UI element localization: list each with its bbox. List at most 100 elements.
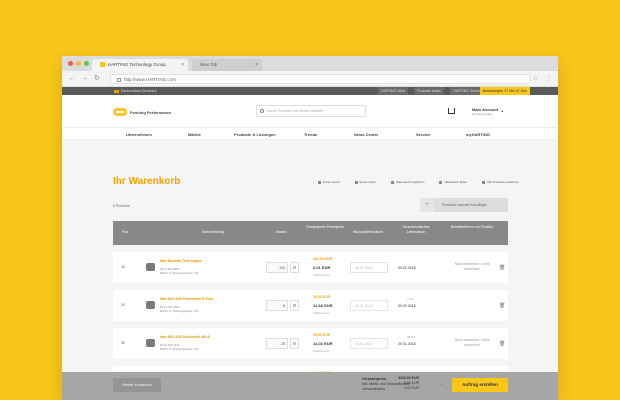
continue-shopping-button[interactable]: Weiter einkaufen xyxy=(113,378,161,392)
gear-icon[interactable]: ⚙ xyxy=(290,262,299,273)
delivery-date: 20.01.2018 xyxy=(398,342,416,346)
gear-icon[interactable]: ⚙ xyxy=(290,300,299,311)
back-arrow-icon[interactable]: ← xyxy=(68,74,75,84)
tab-harting[interactable]: HARTING Technology Group × xyxy=(92,59,188,71)
url-text: http://www.HARTING.com xyxy=(124,77,176,82)
quantity-input[interactable]: 100 xyxy=(266,262,288,273)
utility-bar: Deutschland (Deutsch) HARTING Web Produk… xyxy=(62,87,558,95)
unit-price: 12,66 EUR xyxy=(313,303,333,308)
product-image[interactable] xyxy=(146,263,155,271)
maximize-window-icon[interactable] xyxy=(84,61,89,66)
close-tab-icon[interactable]: × xyxy=(181,59,184,71)
nav-item-myharting[interactable]: myHARTING xyxy=(466,132,490,137)
column-header: Pos xyxy=(121,230,129,234)
country-label: Deutschland (Deutsch) xyxy=(121,89,157,93)
window-controls xyxy=(68,61,89,66)
tab-new[interactable]: New Tab × xyxy=(192,59,262,71)
action-label: Warenkorb speichern xyxy=(396,180,425,184)
minimize-window-icon[interactable] xyxy=(76,61,81,66)
search-placeholder: Suche Produkte und Seiten weltweit xyxy=(267,109,324,113)
wish-date-input[interactable]: 26.01.2018 xyxy=(350,300,388,311)
utility-link[interactable]: Produkte finden xyxy=(413,87,445,95)
wish-date-input[interactable]: 26.01.2018 xyxy=(350,262,388,273)
cart-actions: Excel export Excel import Warenkorb spei… xyxy=(318,180,519,184)
flag-icon xyxy=(114,89,119,93)
order-reference[interactable]: Nicht anmerken / nicht anmerken xyxy=(447,262,497,272)
cart-icon[interactable]: 🛒 xyxy=(438,380,448,390)
total-price: 53,50 EUR xyxy=(313,333,331,337)
order-reference[interactable]: Nicht anmerken / nicht anmerken xyxy=(447,338,497,348)
nav-item-trends[interactable]: Trends xyxy=(304,132,317,137)
search-icon xyxy=(260,109,264,113)
forward-arrow-icon[interactable]: → xyxy=(81,74,88,84)
load-cart-button[interactable]: Warenkorb laden xyxy=(439,180,467,184)
row-position: 30 xyxy=(121,341,125,345)
save-cart-button[interactable]: Warenkorb speichern xyxy=(391,180,424,184)
add-product-button[interactable]: + Produkte manuell hinzufügen xyxy=(420,198,508,212)
shipping-value: 0,00 EUR xyxy=(403,386,420,390)
action-label: Warenkorb laden xyxy=(444,180,468,184)
nav-item-unternehmen[interactable]: Unternehmen xyxy=(126,132,152,137)
trash-icon[interactable]: 🗑 xyxy=(499,303,505,309)
excel-import-button[interactable]: Excel import xyxy=(354,180,376,184)
page-icon xyxy=(117,77,121,82)
order-timer-badge[interactable]: Bestellungen 37 Min 47 Sek xyxy=(480,87,530,95)
slogan: Pushing Performance xyxy=(130,110,172,115)
table-header: Pos Beschreibung Anzahl Gesamtpreis Einz… xyxy=(113,221,508,245)
total-price: 25,32 EUR xyxy=(313,295,331,299)
account-sub: ab sofort gültig xyxy=(472,112,492,116)
delivery-date: 09.02.2018 xyxy=(398,304,416,308)
utility-link[interactable]: HARTING Web xyxy=(378,87,408,95)
account-menu[interactable]: Main Account ab sofort gültig ⌄ xyxy=(472,107,504,117)
column-header: Wunschlieferdatum xyxy=(353,230,383,234)
column-header: Anzahl xyxy=(275,230,287,234)
delivery-qty: 3 ST xyxy=(407,297,414,301)
product-image[interactable] xyxy=(146,301,155,309)
cart-table: Pos Beschreibung Anzahl Gesamtpreis Einz… xyxy=(113,221,508,397)
delivery-date: 09.02.2018 xyxy=(398,266,416,270)
nav-item-produkte[interactable]: Produkte & Lösungen xyxy=(234,132,276,137)
wish-date-input[interactable]: 26.01.2018 xyxy=(350,338,388,349)
main-nav: Unternehmen Märkte Produkte & Lösungen T… xyxy=(62,127,558,140)
cart-icon[interactable] xyxy=(448,108,455,114)
search-input[interactable]: Suche Produkte und Seiten weltweit xyxy=(256,105,366,117)
tab-title: HARTING Technology Group xyxy=(108,62,166,67)
star-icon[interactable]: ☆ xyxy=(533,74,538,84)
tier-price-link[interactable]: Staffelpreise xyxy=(313,273,330,277)
favicon-icon xyxy=(100,62,105,68)
menu-dots-icon[interactable]: ⋮ xyxy=(546,74,552,84)
create-order-button[interactable]: Auftrag erstellen xyxy=(452,378,508,392)
trash-icon[interactable]: 🗑 xyxy=(499,265,505,271)
trash-icon[interactable]: 🗑 xyxy=(499,341,505,347)
unit-price: 14,02 EUR xyxy=(313,341,333,346)
product-count: 6 Produkte xyxy=(113,204,130,208)
excel-export-button[interactable]: Excel export xyxy=(318,180,340,184)
total-label: Gesamtpreis xyxy=(362,376,387,381)
url-input[interactable]: http://www.HARTING.com xyxy=(110,74,530,84)
tier-price-link[interactable]: Staffelpreise xyxy=(313,311,330,315)
remove-all-button[interactable]: Alle Produkte entfernen xyxy=(482,180,519,184)
nav-item-news[interactable]: News Center xyxy=(354,132,378,137)
quantity-input[interactable]: 8 xyxy=(266,300,288,311)
table-row: 10 Han Modular Twin Kappe 09 14 000 9901… xyxy=(113,252,508,283)
harting-logo[interactable] xyxy=(113,108,127,116)
tier-price-link[interactable]: Staffelpreise xyxy=(313,349,330,353)
close-window-icon[interactable] xyxy=(68,61,73,66)
product-name-link[interactable]: Han M23 A08 Steckerteil M/LA xyxy=(160,335,210,339)
product-name-link[interactable]: Han Modular Twin Kappe xyxy=(160,259,202,263)
gear-icon[interactable]: ⚙ xyxy=(290,338,299,349)
column-header: Voraussichtliches Lieferdatum xyxy=(402,225,430,234)
product-image[interactable] xyxy=(146,339,155,347)
close-tab-icon[interactable]: × xyxy=(255,59,258,71)
action-label: Excel export xyxy=(323,180,340,184)
product-name-link[interactable]: Han M23 A08 Federleiste E-Pole xyxy=(160,297,213,301)
export-icon xyxy=(318,180,321,184)
country-selector[interactable]: Deutschland (Deutsch) xyxy=(114,87,157,95)
action-label: Alle Produkte entfernen xyxy=(487,180,519,184)
column-header: Bestellreferenz zur Position xyxy=(450,225,494,229)
quantity-input[interactable]: 25 xyxy=(266,338,288,349)
nav-item-service[interactable]: Service xyxy=(416,132,430,137)
product-meta: 09 14 000 9901 MHS 1.0 / Rastungsgröße 1… xyxy=(160,267,199,275)
nav-item-maerkte[interactable]: Märkte xyxy=(188,132,201,137)
reload-icon[interactable]: ↻ xyxy=(94,74,100,84)
